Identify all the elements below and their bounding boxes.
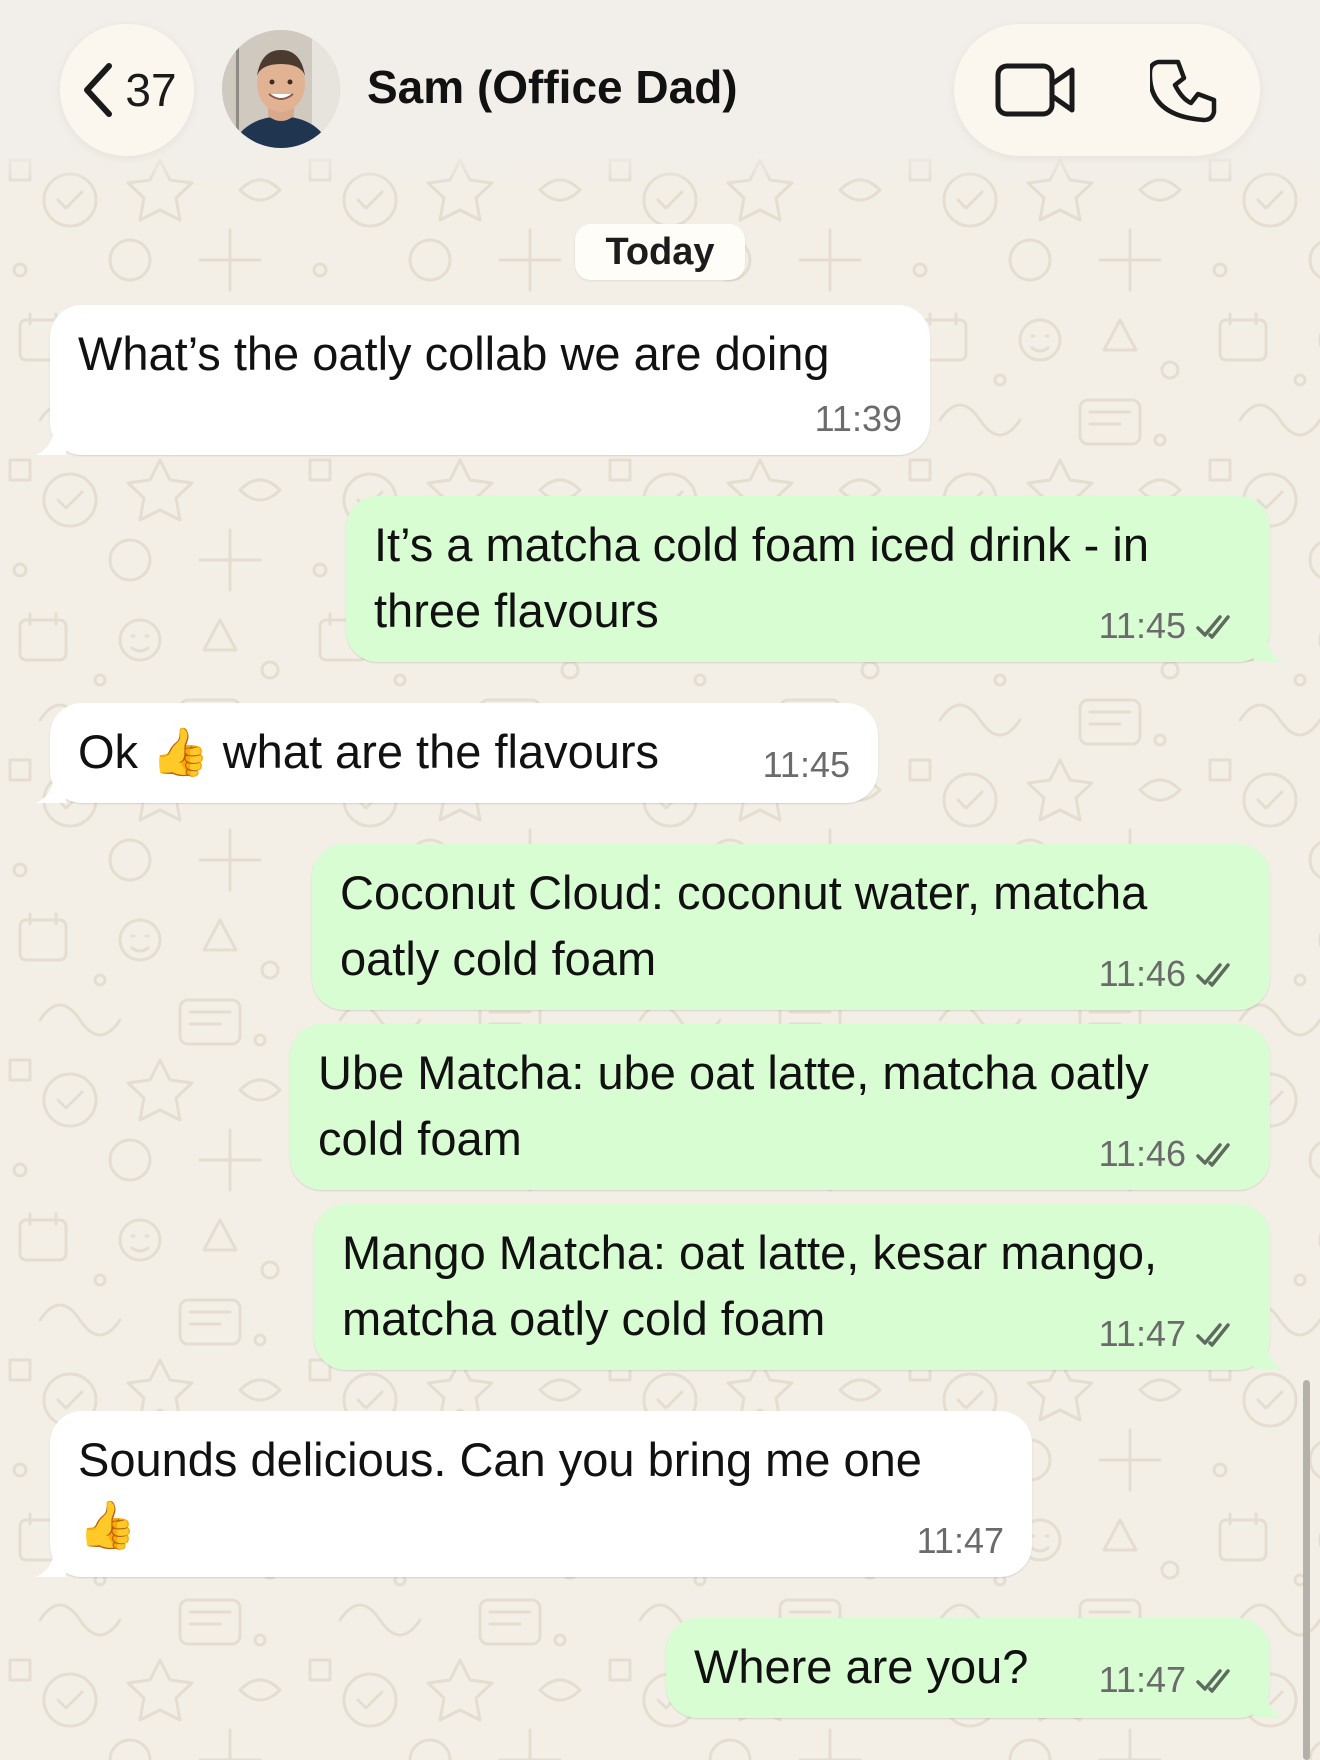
message-time: 11:47 bbox=[1098, 1313, 1186, 1354]
bubble-tail bbox=[36, 425, 66, 455]
message-meta: 11:47 bbox=[917, 1521, 1004, 1561]
message-text-line-1: It’s a matcha cold foam iced drink - in bbox=[374, 518, 1149, 571]
unread-count: 37 bbox=[125, 64, 177, 116]
message-outgoing[interactable]: Ube Matcha: ube oat latte, matcha oatly … bbox=[290, 1024, 1270, 1190]
message-time: 11:46 bbox=[1098, 1133, 1186, 1174]
message-outgoing[interactable]: Where are you? 11:47 bbox=[666, 1618, 1284, 1718]
message-time: 11:39 bbox=[814, 398, 902, 439]
message-text-line-1: Coconut Cloud: coconut water, matcha bbox=[340, 866, 1148, 919]
message-text-line-1: Sounds delicious. Can you bring me one bbox=[78, 1433, 922, 1486]
video-camera-icon bbox=[995, 63, 1075, 117]
message-text-start: Ok bbox=[78, 725, 139, 778]
message-outgoing[interactable]: It’s a matcha cold foam iced drink - in … bbox=[346, 496, 1284, 662]
contact-name[interactable]: Sam (Office Dad) bbox=[367, 60, 738, 114]
message-time: 11:47 bbox=[1098, 1659, 1186, 1700]
scrollbar[interactable] bbox=[1303, 1380, 1310, 1760]
video-call-button[interactable] bbox=[994, 60, 1078, 125]
message-time: 11:46 bbox=[1098, 953, 1186, 994]
message-meta: 11:46 bbox=[1099, 954, 1242, 994]
double-check-icon bbox=[1196, 1669, 1230, 1693]
message-time: 11:47 bbox=[916, 1520, 1004, 1561]
double-check-icon bbox=[1196, 963, 1230, 987]
double-check-icon bbox=[1196, 1323, 1230, 1347]
bubble-tail bbox=[1254, 632, 1284, 662]
chat-header: 37 Sam (Office Dad) bbox=[0, 0, 1320, 185]
avatar[interactable] bbox=[222, 30, 340, 148]
bubble-tail bbox=[1254, 1340, 1284, 1370]
double-check-icon bbox=[1196, 1143, 1230, 1167]
message-time: 11:45 bbox=[1098, 605, 1186, 646]
thumbs-up-emoji: 👍 bbox=[151, 725, 210, 780]
voice-call-button[interactable] bbox=[1147, 56, 1220, 131]
message-outgoing[interactable]: Coconut Cloud: coconut water, matcha oat… bbox=[312, 844, 1270, 1010]
message-incoming[interactable]: Sounds delicious. Can you bring me one 👍… bbox=[36, 1411, 1032, 1577]
avatar-image bbox=[222, 30, 340, 148]
chevron-left-icon bbox=[84, 63, 113, 117]
phone-icon bbox=[1147, 59, 1217, 123]
message-text-line-1: Mango Matcha: oat latte, kesar mango, bbox=[342, 1226, 1158, 1279]
message-incoming[interactable]: What’s the oatly collab we are doing 11:… bbox=[36, 305, 930, 455]
message-outgoing[interactable]: Mango Matcha: oat latte, kesar mango, ma… bbox=[314, 1204, 1284, 1370]
call-actions bbox=[954, 24, 1260, 156]
back-button[interactable]: 37 bbox=[60, 24, 194, 156]
message-text: Ok 👍 what are the flavours bbox=[78, 719, 850, 786]
thumbs-up-emoji: 👍 bbox=[78, 1498, 137, 1553]
message-meta: 11:47 bbox=[1099, 1314, 1242, 1354]
message-meta: 11:39 bbox=[815, 399, 902, 439]
message-text-end: what are the flavours bbox=[222, 725, 660, 778]
message-incoming[interactable]: Ok 👍 what are the flavours 11:45 bbox=[36, 703, 878, 803]
bubble-tail bbox=[36, 773, 66, 803]
date-separator: Today bbox=[575, 224, 745, 280]
message-meta: 11:47 bbox=[1099, 1660, 1242, 1700]
message-meta: 11:45 bbox=[763, 745, 850, 785]
bubble-tail bbox=[1254, 1688, 1284, 1718]
message-text: What’s the oatly collab we are doing bbox=[78, 327, 830, 380]
double-check-icon bbox=[1196, 615, 1230, 639]
message-meta: 11:45 bbox=[1099, 606, 1242, 646]
message-time: 11:45 bbox=[762, 744, 850, 785]
bubble-tail bbox=[36, 1547, 66, 1577]
message-meta: 11:46 bbox=[1099, 1134, 1242, 1174]
message-text-line-1: Ube Matcha: ube oat latte, matcha oatly bbox=[318, 1046, 1149, 1099]
